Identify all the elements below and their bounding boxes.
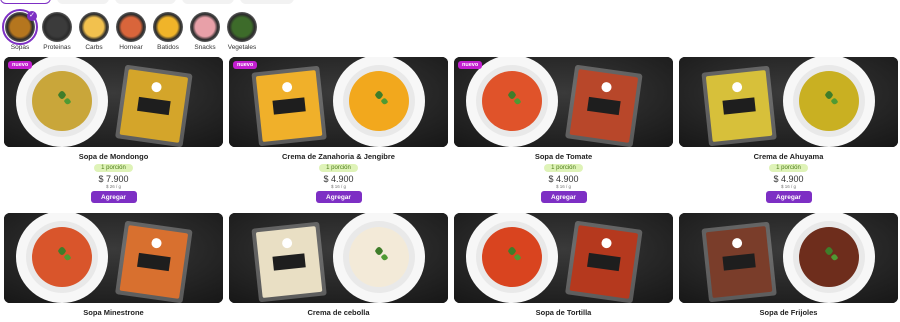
unit-price: $ 16 / g [555, 184, 571, 189]
product-photo-illustration [454, 213, 673, 303]
pasta-icon [79, 12, 109, 42]
tab-day-2[interactable]: Miércoles 23 [114, 0, 176, 4]
category-label: Snacks [194, 44, 216, 51]
product-name: Sopa de Mondongo [78, 152, 149, 161]
new-badge: nuevo [233, 61, 258, 69]
category-vegetales[interactable]: Vegetales [226, 12, 258, 51]
vegetables-bowl-icon [227, 12, 257, 42]
product-price: $ 4.900 [323, 174, 354, 184]
category-filter: ✓ Sopas Proteinas Carbs Hornear Batidos Snacks… [2, 9, 258, 51]
product-card[interactable]: nuevo Sopa de Mondongo 1 porción $ 7.900 $ 2… [4, 57, 223, 203]
product-card[interactable]: Sopa de Frijoles [679, 213, 898, 318]
product-image[interactable] [229, 213, 448, 303]
category-carbs[interactable]: Carbs [78, 12, 110, 51]
tab-day-3[interactable]: Jueves 24 [181, 0, 235, 4]
add-to-cart-button[interactable]: Agregar [90, 191, 137, 203]
check-icon: ✓ [27, 11, 37, 21]
product-image[interactable] [679, 213, 898, 303]
product-photo-illustration [454, 57, 673, 147]
product-name: Crema de cebolla [307, 308, 370, 317]
product-photo-illustration [229, 57, 448, 147]
product-price: $ 4.900 [773, 174, 804, 184]
portion-badge: 1 porción [319, 164, 358, 172]
product-name: Crema de Zanahoria & Jengibre [282, 152, 395, 161]
product-image[interactable] [4, 213, 223, 303]
category-sopas[interactable]: ✓ Sopas [2, 9, 38, 51]
product-card[interactable]: nuevo Sopa de Tomate 1 porción $ 4.900 $ 16 … [454, 57, 673, 203]
product-photo-illustration [4, 57, 223, 147]
category-snacks[interactable]: Snacks [189, 12, 221, 51]
product-name: Crema de Ahuyama [753, 152, 824, 161]
add-to-cart-button[interactable]: Agregar [315, 191, 362, 203]
product-name: Sopa de Frijoles [759, 308, 818, 317]
product-name: Sopa Minestrone [83, 308, 144, 317]
product-image[interactable]: nuevo [454, 57, 673, 147]
product-photo-illustration [4, 213, 223, 303]
product-price: $ 7.900 [98, 174, 129, 184]
product-image[interactable] [679, 57, 898, 147]
snack-pack-icon [190, 12, 220, 42]
add-to-cart-button[interactable]: Agregar [765, 191, 812, 203]
tab-day-1[interactable]: Martes 22 [56, 0, 109, 4]
category-label: Carbs [85, 44, 103, 51]
unit-price: $ 16 / g [330, 184, 346, 189]
protein-plate-icon [42, 12, 72, 42]
unit-price: $ 16 / g [780, 184, 796, 189]
tab-day-0[interactable]: Lunes 21 [0, 0, 51, 4]
product-name: Sopa de Tomate [534, 152, 593, 161]
add-to-cart-button[interactable]: Agregar [540, 191, 587, 203]
product-image[interactable]: nuevo [4, 57, 223, 147]
product-image[interactable] [454, 213, 673, 303]
portion-badge: 1 porción [769, 164, 808, 172]
tab-day-4[interactable]: Viernes 25 [240, 0, 295, 4]
product-card[interactable]: nuevo Crema de Zanahoria & Jengibre 1 porc… [229, 57, 448, 203]
product-name: Sopa de Tortilla [535, 308, 592, 317]
category-label: Batidos [157, 44, 179, 51]
product-image[interactable]: nuevo [229, 57, 448, 147]
product-photo-illustration [679, 213, 898, 303]
new-badge: nuevo [8, 61, 33, 69]
portion-badge: 1 porción [544, 164, 583, 172]
category-batidos[interactable]: Batidos [152, 12, 184, 51]
baking-tray-icon [116, 12, 146, 42]
new-badge: nuevo [458, 61, 483, 69]
product-card[interactable]: Crema de Ahuyama 1 porción $ 4.900 $ 16 / g… [679, 57, 898, 203]
category-label: Vegetales [227, 44, 257, 51]
smoothie-bottle-icon [153, 12, 183, 42]
product-card[interactable]: Sopa de Tortilla [454, 213, 673, 318]
product-photo-illustration [229, 213, 448, 303]
product-photo-illustration [679, 57, 898, 147]
product-price: $ 4.900 [548, 174, 579, 184]
unit-price: $ 26 / g [105, 184, 121, 189]
category-label: Proteinas [43, 44, 71, 51]
category-proteinas[interactable]: Proteinas [41, 12, 73, 51]
product-card[interactable]: Crema de cebolla [229, 213, 448, 318]
category-label: Hornear [119, 44, 143, 51]
product-card[interactable]: Sopa Minestrone [4, 213, 223, 318]
category-hornear[interactable]: Hornear [115, 12, 147, 51]
portion-badge: 1 porción [94, 164, 133, 172]
day-tabs: Lunes 21 Martes 22 Miércoles 23 Jueves 24 Vi… [0, 0, 295, 5]
category-label: Sopas [10, 44, 30, 51]
product-grid: nuevo Sopa de Mondongo 1 porción $ 7.900 $ 2… [4, 57, 898, 318]
